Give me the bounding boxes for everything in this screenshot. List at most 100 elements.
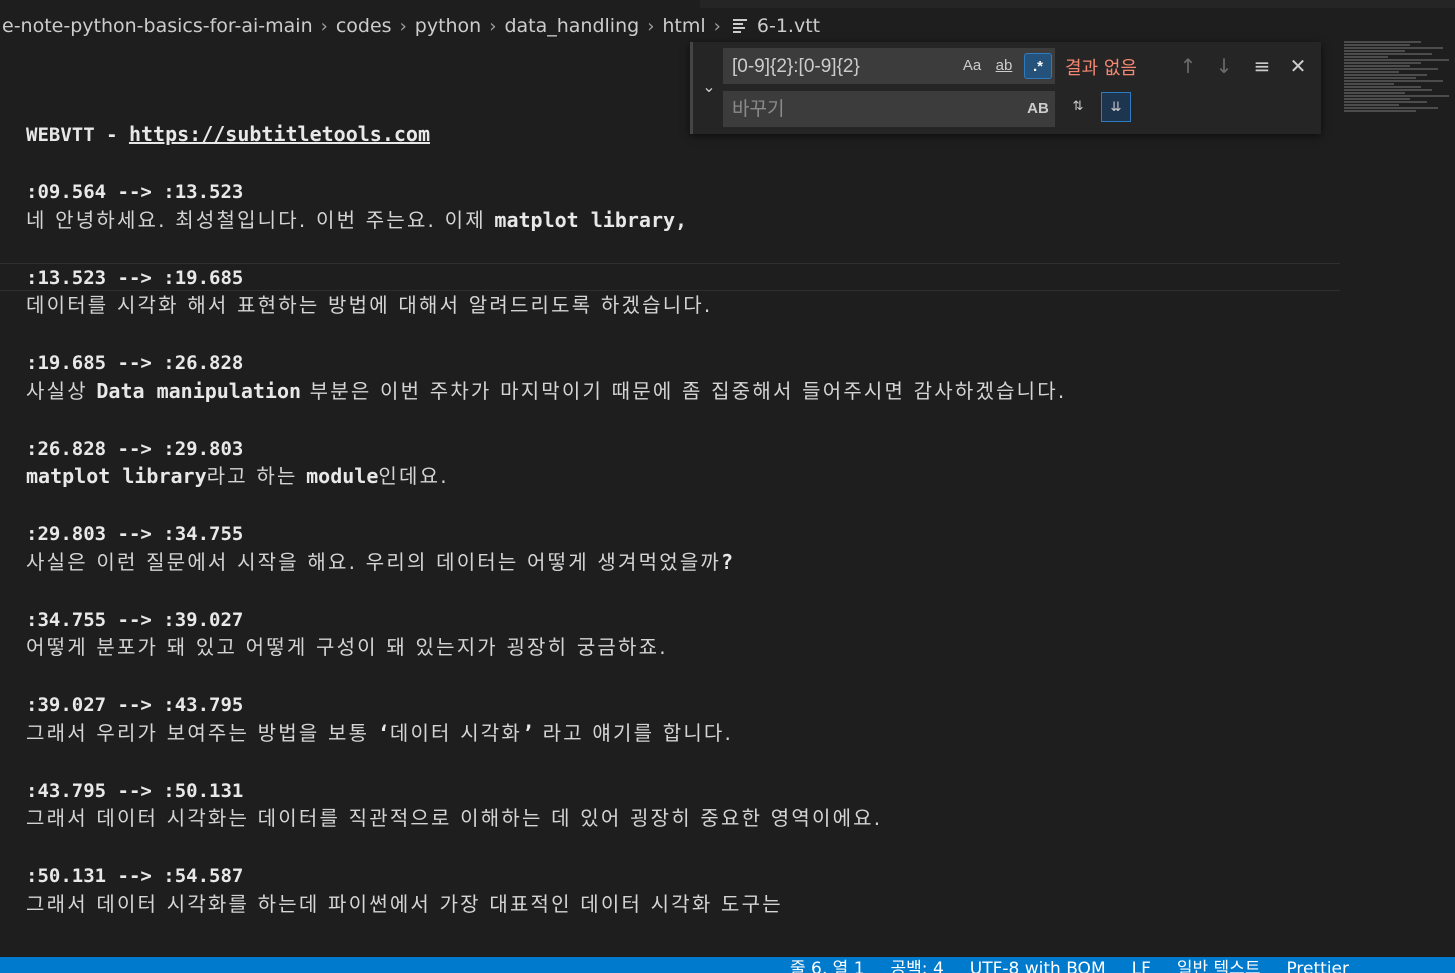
- cue-timestamp: :43.795 --> :50.131: [26, 779, 244, 802]
- find-input-box: Aa ab .*: [723, 48, 1055, 85]
- status-formatter[interactable]: Prettier: [1286, 959, 1349, 973]
- next-match-icon[interactable]: ↓: [1211, 53, 1237, 79]
- status-indentation[interactable]: 공백: 4: [891, 959, 944, 973]
- cue-text-latin: module: [306, 464, 379, 488]
- header-link[interactable]: https://subtitletools.com: [129, 122, 430, 146]
- cue-timestamp-line: :29.803 --> :34.755: [0, 519, 1340, 548]
- regex-button[interactable]: .*: [1024, 53, 1052, 79]
- minimap-line: [1344, 95, 1449, 97]
- cue-text-line: matplot library라고 하는 module인데요.: [0, 462, 1340, 491]
- cue-text-latin: matplot library: [26, 464, 207, 488]
- cue-text-korean: 어떻게 분포가 돼 있고 어떻게 구성이 돼 있는지가 굉장히 궁금하죠.: [26, 635, 668, 659]
- cue-text-line: 그래서 데이터 시각화를 하는데 파이썬에서 가장 대표적인 데이터 시각화 도…: [0, 890, 1340, 919]
- cue-timestamp: :39.027 --> :43.795: [26, 694, 244, 716]
- breadcrumb: e-note-python-basics-for-ai-main › codes…: [0, 10, 1455, 42]
- breadcrumb-item-data-handling[interactable]: data_handling: [502, 15, 641, 37]
- cue-text-line: 어떻게 분포가 돼 있고 어떻게 구성이 돼 있는지가 굉장히 궁금하죠.: [0, 633, 1340, 662]
- close-icon[interactable]: ✕: [1285, 53, 1311, 79]
- cue-text-latin: ’: [522, 720, 535, 745]
- cue-timestamp: :09.564 --> :13.523: [26, 181, 244, 203]
- breadcrumb-item-root[interactable]: e-note-python-basics-for-ai-main: [0, 15, 315, 37]
- cue-text-latin: Data manipulation: [96, 378, 302, 403]
- minimap-line: [1344, 101, 1427, 103]
- cue-text-korean: 그래서 우리가 보여주는 방법을 보통: [26, 720, 378, 745]
- tab-bar-strip: [0, 0, 1455, 8]
- cue-text-latin: matplot library,: [494, 207, 688, 232]
- replace-one-icon[interactable]: ⇅: [1063, 92, 1093, 122]
- cue-timestamp-line: :09.564 --> :13.523: [0, 177, 1340, 206]
- cue-timestamp-line: :43.795 --> :50.131: [0, 776, 1340, 805]
- minimap-line: [1344, 53, 1432, 55]
- find-result-count: 결과 없음: [1065, 58, 1137, 79]
- cue-text-korean: 사실은 이런 질문에서 시작을 해요. 우리의 데이터는 어떻게 생겨먹었을까: [26, 549, 722, 574]
- cue-text-korean: 네 안녕하세요. 최성철입니다. 이번 주는요. 이제: [26, 207, 495, 232]
- cue-timestamp-line: :34.755 --> :39.027: [0, 605, 1340, 634]
- previous-match-icon[interactable]: ↑: [1175, 53, 1201, 79]
- minimap[interactable]: [1344, 40, 1454, 200]
- match-case-button[interactable]: Aa: [958, 53, 986, 79]
- cue-text-line: 사실은 이런 질문에서 시작을 해요. 우리의 데이터는 어떻게 생겨먹었을까?: [0, 548, 1340, 577]
- cue-text-line: 사실상 Data manipulation 부분은 이번 주차가 마지막이기 때…: [0, 377, 1340, 406]
- whole-word-button[interactable]: ab: [990, 53, 1018, 79]
- find-input[interactable]: [730, 49, 954, 85]
- minimap-line: [1344, 56, 1388, 58]
- minimap-line: [1344, 80, 1443, 82]
- status-bar: 줄 6, 열 1 공백: 4 UTF-8 with BOM LF 일반 텍스트 …: [0, 957, 1455, 973]
- minimap-line: [1344, 65, 1410, 67]
- cue-text-korean: 사실상: [26, 378, 97, 403]
- chevron-right-icon: ›: [489, 15, 497, 37]
- toggle-replace-chevron-icon[interactable]: ⌄: [699, 77, 719, 97]
- cue-text-line: 데이터를 시각화 해서 표현하는 방법에 대해서 알려드리도록 하겠습니다.: [0, 291, 1340, 320]
- editor-text-area[interactable]: WEBVTT - https://subtitletools.com :09.5…: [0, 120, 1340, 918]
- status-cursor-position[interactable]: 줄 6, 열 1: [790, 959, 865, 973]
- cue-timestamp: :26.828 --> :29.803: [26, 437, 244, 460]
- find-replace-widget: ⌄ Aa ab .* 결과 없음 ↑ ↓ ≡ ✕ AB ⇅ ⇊: [690, 42, 1321, 134]
- minimap-line: [1344, 50, 1405, 52]
- minimap-line: [1344, 86, 1421, 88]
- chevron-right-icon: ›: [647, 15, 655, 37]
- breadcrumb-item-file[interactable]: 6-1.vtt: [755, 15, 822, 37]
- replace-all-icon[interactable]: ⇊: [1101, 92, 1131, 122]
- minimap-line: [1344, 104, 1399, 106]
- cue-timestamp: :50.131 --> :54.587: [26, 865, 244, 887]
- replace-input[interactable]: [730, 92, 954, 128]
- minimap-line: [1344, 74, 1427, 76]
- minimap-line: [1344, 92, 1405, 94]
- cue-timestamp-line: :26.828 --> :29.803: [0, 434, 1340, 463]
- status-encoding[interactable]: UTF-8 with BOM: [970, 959, 1106, 973]
- find-in-selection-icon[interactable]: ≡: [1249, 53, 1275, 79]
- minimap-line: [1344, 107, 1438, 109]
- preserve-case-button[interactable]: AB: [1024, 96, 1052, 122]
- minimap-line: [1344, 68, 1438, 70]
- breadcrumb-item-codes[interactable]: codes: [334, 15, 394, 37]
- cue-text-korean: 데이터 시각화: [389, 720, 523, 745]
- status-eol[interactable]: LF: [1132, 959, 1151, 973]
- cue-text-korean: 그래서 데이터 시각화를 하는데 파이썬에서 가장 대표적인 데이터 시각화 도…: [26, 891, 783, 916]
- minimap-line: [1344, 44, 1410, 46]
- cue-text-korean: 데이터를 시각화 해서 표현하는 방법에 대해서 알려드리도록 하겠습니다.: [26, 293, 713, 317]
- minimap-line: [1344, 71, 1399, 73]
- cue-timestamp-line: :39.027 --> :43.795: [0, 690, 1340, 719]
- cue-text-korean: 인데요.: [378, 464, 449, 488]
- cue-timestamp-line: :50.131 --> :54.587: [0, 861, 1340, 890]
- cue-timestamp-line: :19.685 --> :26.828: [0, 348, 1340, 377]
- cue-text-korean: 부분은 이번 주차가 마지막이기 때문에 좀 집중해서 들어주시면 감사하겠습니…: [301, 378, 1067, 403]
- breadcrumb-item-python[interactable]: python: [413, 15, 483, 37]
- cue-timestamp: :13.523 --> :19.685: [26, 266, 244, 289]
- breadcrumb-item-html[interactable]: html: [660, 15, 707, 37]
- cue-text-korean: 라고 얘기를 합니다.: [534, 720, 734, 745]
- minimap-line: [1344, 77, 1416, 79]
- minimap-line: [1344, 62, 1421, 64]
- status-language-mode[interactable]: 일반 텍스트: [1177, 959, 1261, 973]
- cue-timestamp: :34.755 --> :39.027: [26, 608, 244, 631]
- cue-text-korean: 라고 하는: [206, 464, 307, 488]
- minimap-line: [1344, 59, 1449, 61]
- tab-bar-edge: [700, 0, 1455, 8]
